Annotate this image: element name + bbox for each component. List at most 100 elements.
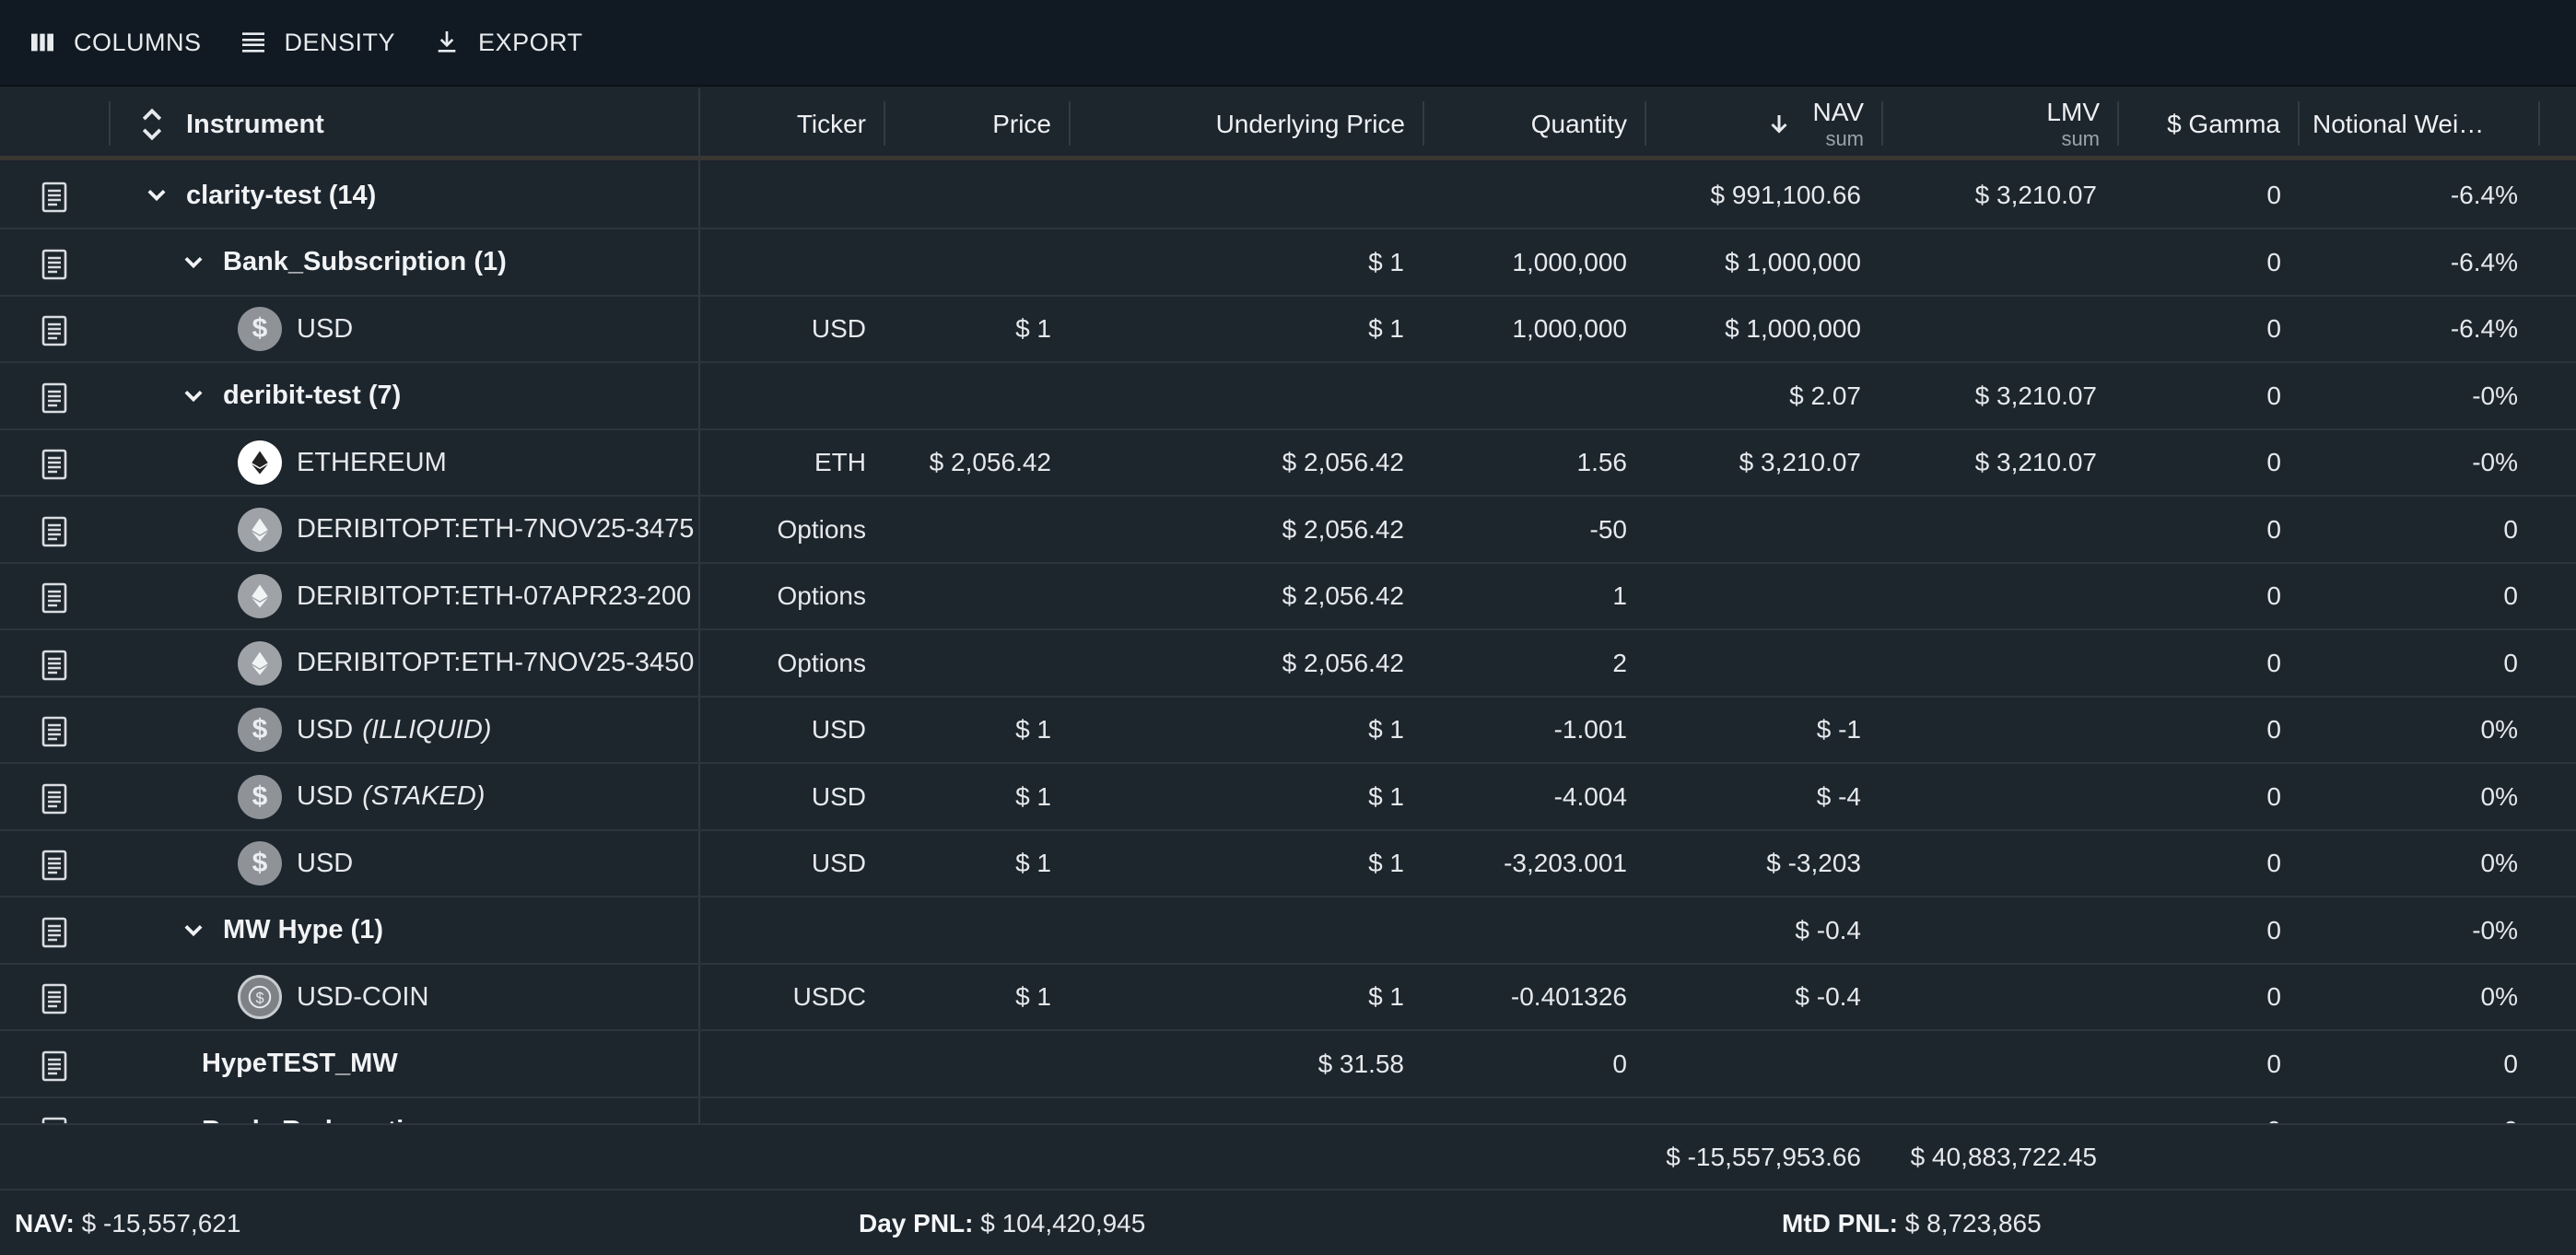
quantity-cell: -50	[1589, 514, 1627, 544]
price-cell	[885, 564, 1051, 628]
quantity-cell: 0	[1612, 1049, 1627, 1078]
nav-cell: $ 2.07	[1789, 381, 1861, 410]
lmv-cell: $ 3,210.07	[1974, 181, 2097, 209]
column-header-quantity[interactable]: Quantity	[1424, 88, 1645, 160]
nav-cell: $ -0.4	[1795, 982, 1861, 1011]
group-row[interactable]: Bank_Subscription (1) $ 1 1,000,000 $ 1,000…	[0, 230, 2576, 297]
column-header-instrument[interactable]: Instrument	[138, 88, 324, 160]
table-row[interactable]: $ USD (ILLIQUID) USD $ 1 $ 1 -1.001 $ -1 0 0%	[0, 698, 2576, 764]
quantity-cell	[1424, 163, 1627, 228]
column-header-notional-weight[interactable]: Notional Wei…	[2300, 88, 2539, 160]
column-separator[interactable]	[109, 101, 111, 146]
column-header-price[interactable]: Price	[885, 88, 1070, 160]
instrument-cell: clarity-test (14)	[144, 163, 698, 228]
table-row[interactable]: DERIBITOPT:ETH-7NOV25-3475 Options $ 2,056…	[0, 498, 2576, 564]
row-detail-icon[interactable]	[41, 716, 68, 747]
chevron-down-icon[interactable]	[181, 383, 206, 409]
instrument-header-label: Instrument	[186, 109, 324, 139]
ticker-cell	[700, 364, 866, 428]
table-row[interactable]: $ USD USD $ 1 $ 1 -3,203.001 $ -3,203 0 0%	[0, 831, 2576, 897]
quantity-cell: -1.001	[1553, 715, 1627, 744]
underlying-price-cell: $ 1	[1368, 715, 1404, 744]
ticker-cell	[700, 163, 866, 228]
status-mtd-pnl-value: $ 8,723,865	[1904, 1209, 2042, 1237]
quantity-cell: -3,203.001	[1504, 849, 1627, 877]
row-detail-icon[interactable]	[41, 783, 68, 815]
gamma-cell: 0	[2266, 849, 2281, 877]
export-button[interactable]: EXPORT	[432, 28, 583, 57]
column-header-underlying-price[interactable]: Underlying Price	[1071, 88, 1423, 160]
underlying-price-cell: $ 2,056.42	[1282, 581, 1404, 610]
row-detail-icon[interactable]	[41, 315, 68, 346]
notional-weight-header-label: Notional Wei…	[2313, 110, 2485, 138]
row-detail-icon[interactable]	[41, 449, 68, 480]
table-row[interactable]: $ USD (STAKED) USD $ 1 $ 1 -4.004 $ -4 0 0%	[0, 765, 2576, 831]
instrument-name: USD	[297, 714, 354, 745]
row-detail-icon[interactable]	[41, 917, 68, 948]
chevron-down-icon[interactable]	[181, 250, 206, 276]
row-detail-icon[interactable]	[41, 650, 68, 681]
column-header-ticker[interactable]: Ticker	[700, 88, 884, 160]
underlying-price-cell: $ 1	[1368, 781, 1404, 811]
row-detail-icon[interactable]	[41, 182, 68, 213]
table-row[interactable]: $ USD USD $ 1 $ 1 1,000,000 $ 1,000,000 0 -6.4%	[0, 297, 2576, 363]
instrument-qualifier: (STAKED)	[362, 781, 486, 811]
underlying-price-cell: $ 1	[1368, 314, 1404, 343]
table-row[interactable]: $ USD-COIN USDC $ 1 $ 1 -0.401326 $ -0.4 0 0%	[0, 965, 2576, 1031]
row-detail-icon[interactable]	[41, 1050, 68, 1082]
ticker-header-label: Ticker	[796, 110, 866, 138]
lmv-cell	[1883, 698, 2097, 762]
instrument-name: DERIBITOPT:ETH-7NOV25-3475	[297, 514, 695, 544]
status-nav-label: NAV:	[15, 1209, 75, 1237]
column-header-nav[interactable]: NAV sum	[1646, 88, 1882, 160]
table-row[interactable]: ETHEREUM ETH $ 2,056.42 $ 2,056.42 1.56 $ 3,2…	[0, 430, 2576, 497]
nav-cell: $ 991,100.66	[1710, 181, 1862, 209]
row-detail-icon[interactable]	[41, 983, 68, 1015]
gamma-cell: 0	[2266, 181, 2281, 209]
group-row[interactable]: HypeTEST_MW $ 31.58 0 0 0	[0, 1032, 2576, 1098]
status-mtd-pnl: MtD PNL: $ 8,723,865	[1782, 1209, 2042, 1238]
ticker-cell: Options	[777, 514, 867, 544]
underlying-price-cell: $ 31.58	[1317, 1049, 1404, 1078]
gamma-cell: 0	[2266, 1049, 2281, 1078]
price-cell	[885, 1098, 1051, 1123]
row-detail-icon[interactable]	[41, 382, 68, 414]
notional-weight-cell: -6.4%	[2450, 314, 2518, 343]
instrument-qualifier: (ILLIQUID)	[362, 714, 492, 745]
ticker-cell: ETH	[814, 448, 866, 476]
column-header-lmv[interactable]: LMV sum	[1883, 88, 2118, 160]
ticker-cell	[700, 1032, 866, 1097]
usdc-coin-icon: $	[238, 975, 282, 1019]
quantity-cell: 1	[1612, 581, 1627, 610]
group-row[interactable]: clarity-test (14) $ 991,100.66 $ 3,210.07 0…	[0, 163, 2576, 229]
group-row[interactable]: deribit-test (7) $ 2.07 $ 3,210.07 0 -0%	[0, 364, 2576, 430]
chevron-down-icon[interactable]	[144, 182, 170, 208]
underlying-price-cell	[1071, 898, 1404, 963]
instrument-cell: DERIBITOPT:ETH-7NOV25-3450	[238, 631, 698, 696]
chevron-down-icon[interactable]	[181, 918, 206, 944]
quantity-cell: 1.56	[1576, 448, 1628, 476]
column-separator[interactable]	[2538, 101, 2540, 146]
sort-descending-icon	[1770, 115, 1787, 134]
usd-coin-icon: $	[238, 708, 282, 752]
nav-cell: $ 1,000,000	[1725, 314, 1861, 343]
grid-toolbar: COLUMNS DENSITY EXPORT	[0, 0, 2576, 87]
status-nav-value: $ -15,557,621	[81, 1209, 241, 1237]
row-detail-icon[interactable]	[41, 249, 68, 280]
table-row[interactable]: DERIBITOPT:ETH-07APR23-200 Options $ 2,056…	[0, 564, 2576, 630]
row-detail-icon[interactable]	[41, 582, 68, 614]
row-detail-icon[interactable]	[41, 516, 68, 547]
group-row[interactable]: MW Hype (1) $ -0.4 0 -0%	[0, 898, 2576, 965]
price-cell	[885, 898, 1051, 963]
column-header-gamma[interactable]: $ Gamma	[2119, 88, 2299, 160]
columns-icon	[31, 33, 53, 52]
instrument-cell: $ USD	[238, 831, 698, 896]
density-button[interactable]: DENSITY	[239, 28, 396, 57]
instrument-name: USD	[297, 848, 354, 878]
row-detail-icon[interactable]	[41, 850, 68, 881]
group-row[interactable]: Bank_Redemption 00	[0, 1098, 2576, 1123]
instrument-name: ETHEREUM	[297, 447, 447, 477]
row-detail-icon[interactable]	[41, 1117, 68, 1123]
table-row[interactable]: DERIBITOPT:ETH-7NOV25-3450 Options $ 2,056…	[0, 631, 2576, 698]
columns-button[interactable]: COLUMNS	[28, 28, 202, 57]
